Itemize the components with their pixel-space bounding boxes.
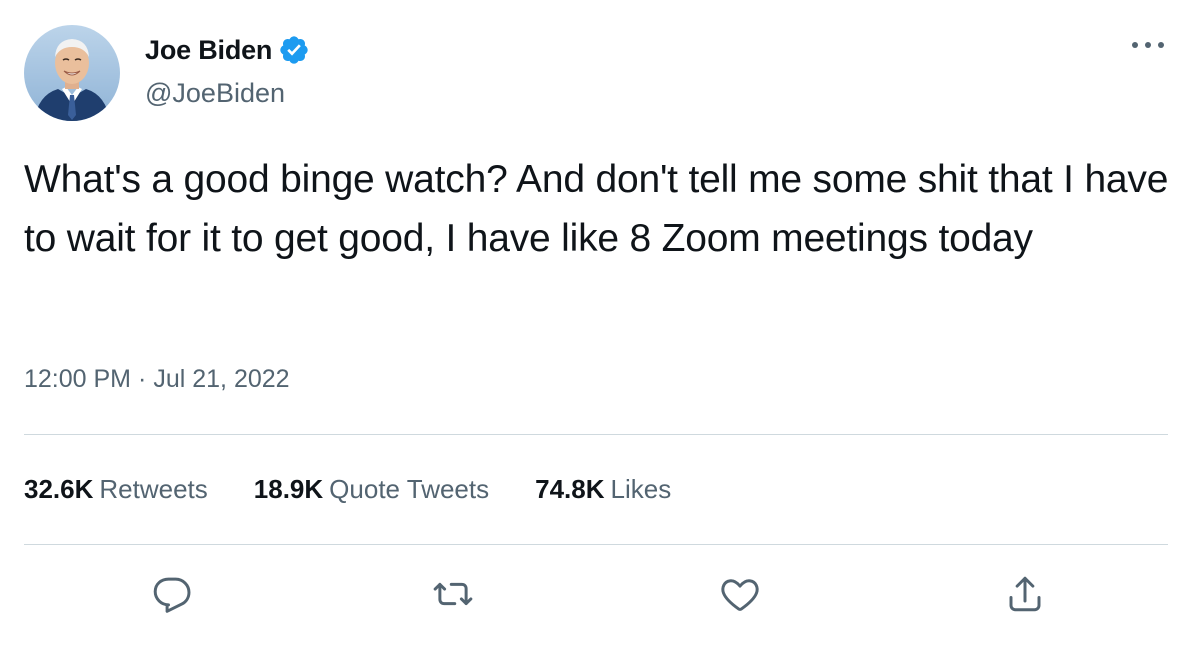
retweet-icon (433, 582, 473, 606)
author-handle[interactable]: @JoeBiden (145, 78, 285, 109)
tweet-text: What's a good binge watch? And don't tel… (24, 158, 1169, 260)
author-name-row: Joe Biden (145, 31, 310, 69)
heart-icon (721, 579, 759, 611)
share-button[interactable] (1001, 570, 1049, 618)
like-button[interactable] (716, 570, 764, 618)
likes-stat[interactable]: 74.8K Likes (535, 474, 671, 505)
author-display-name[interactable]: Joe Biden (145, 35, 272, 66)
divider (24, 434, 1168, 435)
share-icon (1009, 576, 1041, 612)
action-bar (0, 570, 1192, 620)
more-dots-icon (1132, 42, 1164, 48)
retweet-button[interactable] (429, 570, 477, 618)
divider (24, 544, 1168, 545)
tweet-timestamp[interactable]: 12:00 PM · Jul 21, 2022 (24, 365, 290, 394)
more-options-button[interactable] (1126, 30, 1170, 60)
avatar[interactable] (24, 25, 120, 121)
tweet-card: Joe Biden @JoeBiden What's a good binge … (0, 0, 1192, 668)
tweet-date: Jul 21, 2022 (153, 365, 290, 393)
meta-separator: · (138, 365, 147, 393)
reply-button[interactable] (148, 570, 196, 618)
avatar-image (24, 25, 120, 121)
quote-tweets-stat[interactable]: 18.9K Quote Tweets (254, 474, 489, 505)
retweets-stat[interactable]: 32.6K Retweets (24, 474, 208, 505)
likes-count: 74.8K (535, 474, 605, 504)
tweet-time: 12:00 PM (24, 365, 132, 393)
quote-tweets-label: Quote Tweets (329, 474, 490, 504)
quote-tweets-count: 18.9K (253, 474, 324, 504)
likes-label: Likes (610, 474, 672, 504)
reply-icon (153, 577, 191, 613)
engagement-stats: 32.6K Retweets 18.9K Quote Tweets 74.8K … (24, 474, 717, 505)
retweets-count: 32.6K (24, 474, 94, 504)
retweets-label: Retweets (99, 474, 208, 504)
verified-badge-icon (280, 36, 308, 64)
